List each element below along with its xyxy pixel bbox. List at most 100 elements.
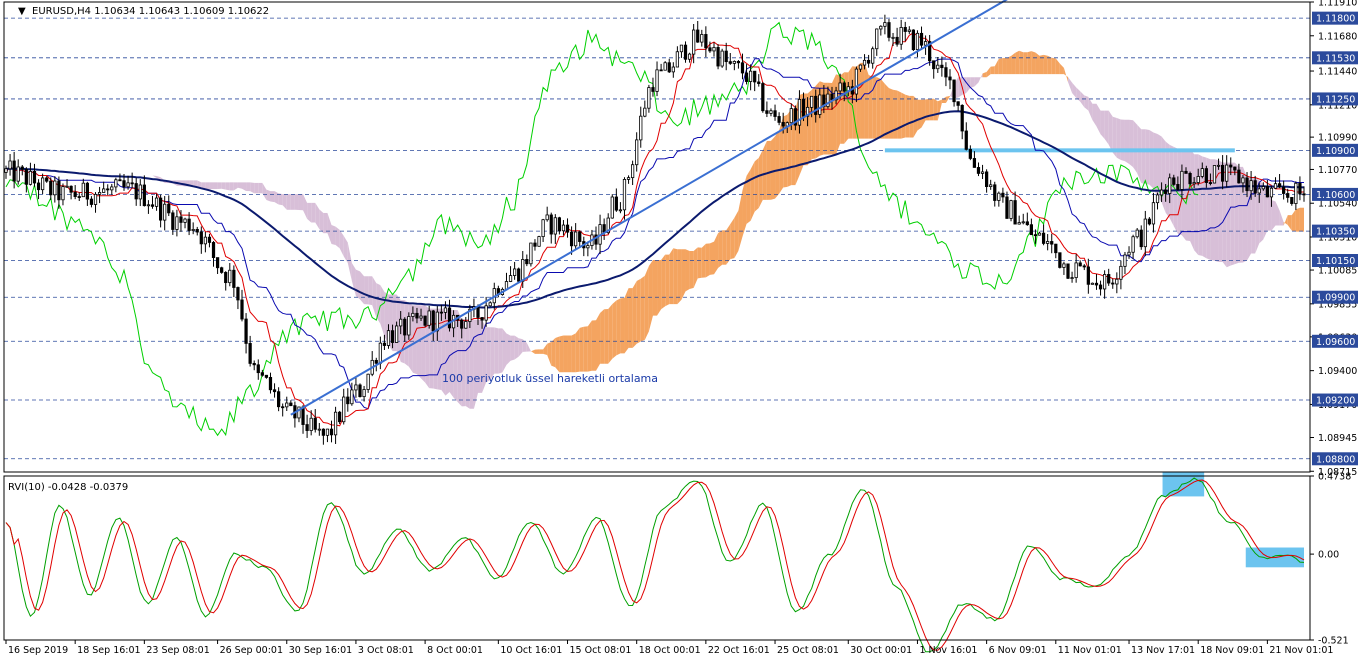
candle-body	[529, 242, 533, 265]
candle-body	[313, 417, 317, 430]
kumo-segment	[775, 130, 780, 199]
main-chart-panel[interactable]	[4, 0, 1310, 460]
candle-body	[1111, 282, 1115, 285]
candle-body	[264, 374, 269, 378]
candle-body	[435, 311, 439, 332]
kumo-segment	[461, 319, 466, 407]
candle-body	[1115, 278, 1119, 285]
time-tick-label: 6 Nov 09:01	[989, 645, 1047, 656]
candle-body	[252, 363, 256, 366]
kumo-segment	[262, 182, 267, 201]
rvi-panel[interactable]	[5, 471, 1305, 653]
kumo-segment	[229, 182, 234, 191]
kumo-segment	[1015, 50, 1020, 75]
candle-body	[415, 312, 419, 319]
kumo-segment	[307, 202, 312, 223]
kumo-segment	[278, 193, 283, 206]
kumo-segment	[815, 81, 820, 159]
kumo-segment	[970, 77, 975, 88]
kumo-segment	[368, 276, 373, 306]
candle-body	[69, 185, 73, 193]
candle-body	[980, 171, 985, 174]
kumo-segment	[714, 233, 719, 275]
candle-body	[1086, 266, 1090, 285]
candle-body	[89, 198, 94, 205]
candle-body	[45, 177, 49, 182]
price-tick-label: 1.11910	[1318, 0, 1357, 9]
candle-body	[944, 67, 948, 78]
candle-body	[366, 373, 370, 390]
kumo-segment	[380, 285, 385, 337]
candle-body	[513, 268, 517, 276]
kumo-segment	[1108, 110, 1113, 153]
kumo-segment	[644, 266, 649, 340]
candle-body	[399, 318, 403, 327]
candle-body	[891, 36, 895, 39]
candle-body	[854, 68, 859, 95]
kumo-segment	[514, 335, 519, 360]
candle-body	[862, 59, 867, 66]
candle-body	[272, 389, 277, 393]
candle-body	[244, 318, 248, 344]
price-tick-label: 1.10770	[1318, 165, 1357, 176]
candle-body	[32, 171, 37, 184]
candle-body	[801, 99, 806, 117]
kumo-segment	[575, 327, 580, 373]
candle-body	[769, 110, 773, 114]
kumo-segment	[1072, 82, 1077, 98]
candle-body	[1298, 182, 1302, 195]
kumo-segment	[543, 343, 548, 356]
main-header-arrow[interactable]: ▼	[18, 6, 26, 17]
candle-body	[671, 66, 675, 73]
kumo-segment	[225, 182, 230, 191]
candle-body	[20, 166, 24, 170]
candle-body	[195, 229, 199, 233]
candle-body	[985, 171, 989, 187]
candle-body	[1103, 274, 1107, 290]
kumo-segment	[624, 288, 629, 354]
candle-body	[1237, 169, 1241, 184]
candle-body	[142, 184, 146, 207]
candle-body	[464, 321, 468, 329]
candle-body	[915, 32, 920, 51]
kumo-segment	[1287, 215, 1292, 231]
kumo-segment	[567, 335, 572, 373]
kumo-segment	[677, 249, 682, 305]
candle-body	[1282, 186, 1286, 194]
kumo-segment	[689, 250, 694, 289]
kumo-segment	[242, 182, 247, 191]
kumo-segment	[217, 182, 222, 190]
kumo-segment	[1149, 129, 1154, 189]
candle-body	[382, 342, 387, 346]
time-tick-label: 11 Nov 01:01	[1058, 645, 1122, 656]
candle-body	[744, 72, 749, 82]
kumo-segment	[311, 202, 316, 223]
kumo-segment	[1051, 57, 1056, 75]
candle-body	[289, 402, 293, 407]
kumo-segment	[864, 62, 869, 139]
kumo-segment	[921, 99, 926, 128]
kumo-segment	[905, 94, 910, 138]
candle-body	[1261, 186, 1265, 190]
level-label: 1.08800	[1316, 454, 1355, 465]
candle-body	[765, 110, 769, 114]
kumo-segment	[1129, 119, 1134, 168]
kumo-segment	[323, 212, 328, 234]
candle-body	[1062, 263, 1066, 268]
level-label: 1.10350	[1316, 227, 1355, 238]
candle-body	[4, 168, 8, 173]
candle-body	[1294, 182, 1298, 204]
candle-body	[281, 406, 285, 409]
kumo-segment	[1299, 207, 1304, 232]
candle-body	[557, 217, 561, 232]
kumo-segment	[1133, 120, 1138, 174]
kumo-segment	[726, 224, 731, 265]
kumo-segment	[1092, 103, 1097, 127]
candle-body	[936, 64, 940, 70]
kumo-segment	[596, 313, 601, 371]
candle-body	[867, 59, 871, 64]
candle-body	[171, 212, 175, 230]
rvi-signal-line	[5, 479, 1305, 651]
kumo-segment	[1279, 210, 1284, 226]
candle-body	[1159, 189, 1164, 196]
